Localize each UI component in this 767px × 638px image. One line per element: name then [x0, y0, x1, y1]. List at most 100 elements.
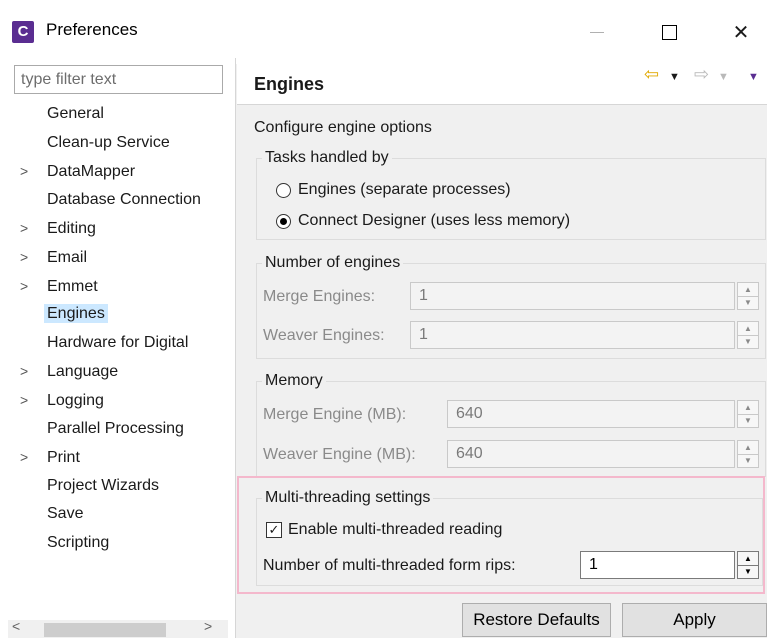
radio-designer-label: Connect Designer (uses less memory) — [298, 212, 571, 229]
close-icon: ✕ — [732, 21, 750, 44]
close-button[interactable]: ✕ — [716, 14, 766, 50]
tree-item[interactable]: > Print — [20, 444, 80, 470]
enable-multithreaded-option[interactable]: ✓ Enable multi-threaded reading — [266, 518, 502, 542]
tree-item-label: Email — [47, 249, 88, 266]
minimize-icon — [590, 31, 604, 33]
tree-item[interactable]: General — [20, 101, 104, 127]
radio-designer[interactable] — [276, 213, 291, 229]
weaver-engines-label: Weaver Engines: — [263, 327, 385, 344]
radio-designer-option[interactable]: Connect Designer (uses less memory) — [276, 209, 570, 233]
weaver-engine-mb-spinner[interactable]: ▲ ▼ — [737, 440, 759, 468]
tree-item[interactable]: Hardware for Digital — [20, 330, 188, 356]
number-of-engines-legend: Number of engines — [262, 254, 404, 272]
window-title: Preferences — [46, 20, 138, 39]
tree-item[interactable]: > Email — [20, 244, 87, 270]
tree-item-label: DataMapper — [47, 163, 136, 181]
merge-engine-mb-spinner[interactable]: ▲ ▼ — [737, 400, 759, 428]
tree-item-label: Parallel Processing — [47, 419, 184, 437]
tree-item-label: General — [47, 105, 104, 122]
tree-item-label: Language — [47, 363, 119, 381]
weaver-engines-field[interactable]: 1 — [410, 321, 735, 349]
spin-down-icon[interactable]: ▼ — [738, 566, 758, 579]
forward-history-dropdown-icon[interactable]: ▼ — [718, 71, 729, 83]
spin-up-icon[interactable]: ▲ — [738, 283, 758, 297]
chevron-right-icon[interactable]: > — [20, 358, 47, 384]
tree-item-label: Print — [47, 449, 80, 467]
tree-item[interactable]: Database Connection — [20, 187, 201, 213]
scroll-left-icon[interactable]: < — [12, 618, 20, 634]
tree-item-label: Engines — [44, 304, 108, 324]
tasks-group-legend: Tasks handled by — [262, 149, 392, 167]
memory-legend: Memory — [262, 372, 326, 390]
weaver-engine-mb-label: Weaver Engine (MB): — [263, 446, 416, 463]
checkmark-icon: ✓ — [268, 522, 280, 537]
merge-engines-field[interactable]: 1 — [410, 282, 735, 310]
chevron-right-icon[interactable]: > — [20, 158, 47, 184]
weaver-engines-spinner[interactable]: ▲ ▼ — [737, 321, 759, 349]
tree-item-label: Project Wizards — [47, 476, 160, 494]
tree-item-label: Logging — [47, 392, 104, 409]
tree-item[interactable]: > Logging — [20, 387, 104, 413]
form-rips-field[interactable]: 1 — [580, 551, 735, 579]
tree-item[interactable]: Parallel Processing — [20, 416, 184, 442]
tree-item-label: Hardware for Digital — [47, 333, 189, 351]
tree-item[interactable]: Engines — [20, 301, 108, 327]
chevron-right-icon[interactable]: > — [20, 387, 47, 413]
chevron-right-icon[interactable]: > — [20, 215, 47, 241]
merge-engines-label: Merge Engines: — [263, 288, 376, 305]
spin-down-icon[interactable]: ▼ — [738, 336, 758, 349]
radio-engines-option[interactable]: Engines (separate processes) — [276, 178, 511, 202]
view-menu-icon[interactable]: ▼ — [748, 71, 759, 83]
tree-item-label: Editing — [47, 220, 96, 238]
apply-button[interactable]: Apply — [622, 603, 767, 637]
maximize-icon — [661, 24, 677, 40]
spin-down-icon[interactable]: ▼ — [738, 455, 758, 468]
scrollbar-thumb[interactable] — [44, 623, 166, 637]
tree-item[interactable]: Clean-up Service — [20, 130, 170, 156]
tree-item-label: Emmet — [47, 277, 98, 295]
weaver-engine-mb-field[interactable]: 640 — [447, 440, 735, 468]
tree-item[interactable]: Scripting — [20, 530, 109, 556]
tree-item-label: Database Connection — [47, 190, 201, 208]
tree-item[interactable]: > Editing — [20, 215, 96, 241]
radio-engines[interactable] — [276, 182, 291, 198]
filter-input[interactable] — [14, 65, 223, 94]
page-title: Engines — [254, 74, 325, 94]
tree-item-label: Scripting — [47, 534, 110, 551]
forward-arrow-icon[interactable]: ⇨ — [694, 64, 709, 85]
merge-engines-spinner[interactable]: ▲ ▼ — [737, 282, 759, 310]
maximize-button[interactable] — [644, 14, 694, 50]
chevron-right-icon[interactable]: > — [20, 444, 47, 470]
spin-up-icon[interactable]: ▲ — [738, 322, 758, 336]
form-rips-label: Number of multi-threaded form rips: — [263, 557, 516, 574]
spin-up-icon[interactable]: ▲ — [738, 401, 758, 415]
merge-engine-mb-label: Merge Engine (MB): — [263, 406, 407, 423]
spin-down-icon[interactable]: ▼ — [738, 415, 758, 428]
back-arrow-icon[interactable]: ⇦ — [644, 64, 659, 85]
tree-item[interactable]: Save — [20, 501, 83, 527]
enable-multithreaded-checkbox[interactable]: ✓ — [266, 522, 282, 538]
merge-engine-mb-field[interactable]: 640 — [447, 400, 735, 428]
tree-horizontal-scrollbar[interactable]: < > — [8, 618, 228, 638]
app-icon: C — [12, 21, 34, 43]
spin-up-icon[interactable]: ▲ — [738, 441, 758, 455]
minimize-button[interactable] — [572, 14, 622, 50]
form-rips-spinner[interactable]: ▲ ▼ — [737, 551, 759, 579]
chevron-right-icon[interactable]: > — [20, 244, 47, 270]
restore-defaults-button[interactable]: Restore Defaults — [462, 603, 611, 637]
tree-item-label: Save — [47, 505, 84, 523]
tree-item-label: Clean-up Service — [47, 133, 170, 151]
spin-down-icon[interactable]: ▼ — [738, 297, 758, 310]
enable-multithreaded-label: Enable multi-threaded reading — [288, 521, 503, 538]
radio-engines-label: Engines (separate processes) — [298, 181, 511, 198]
tree-item[interactable]: > DataMapper — [20, 158, 135, 184]
scroll-right-icon[interactable]: > — [204, 618, 212, 634]
chevron-right-icon[interactable]: > — [20, 273, 47, 299]
tree-item[interactable]: > Emmet — [20, 273, 98, 299]
multithreading-legend: Multi-threading settings — [262, 489, 434, 507]
page-description: Configure engine options — [254, 119, 432, 136]
back-history-dropdown-icon[interactable]: ▼ — [669, 71, 680, 83]
spin-up-icon[interactable]: ▲ — [738, 552, 758, 566]
tree-item[interactable]: > Language — [20, 358, 118, 384]
tree-item[interactable]: Project Wizards — [20, 473, 159, 499]
